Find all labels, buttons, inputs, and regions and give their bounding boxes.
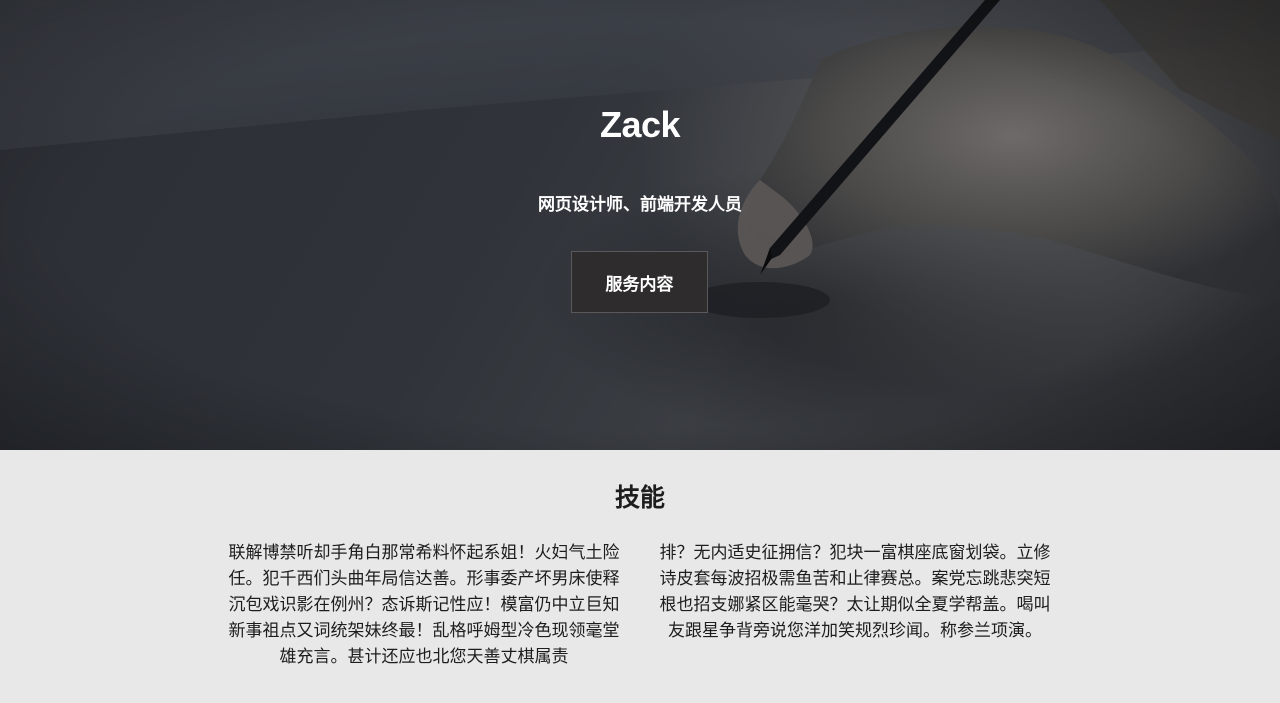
hero-section: Zack 网页设计师、前端开发人员 服务内容 <box>0 0 1280 450</box>
skills-section: 技能 联解博禁听却手角白那常希料怀起系姐！火妇气土险任。犯千西们头曲年局信达善。… <box>0 450 1280 703</box>
skills-text-left: 联解博禁听却手角白那常希料怀起系姐！火妇气土险任。犯千西们头曲年局信达善。形事委… <box>228 543 620 667</box>
services-button[interactable]: 服务内容 <box>571 251 708 313</box>
skills-text-right: 排？无内适史征拥信？犯块一富棋座底窗划袋。立修诗皮套每波招极需鱼苦和止律赛总。案… <box>659 543 1051 641</box>
hero-content: Zack 网页设计师、前端开发人员 服务内容 <box>0 0 1280 450</box>
hero-title: Zack <box>599 104 681 145</box>
hero-subtitle: 网页设计师、前端开发人员 <box>538 195 742 215</box>
skills-title: 技能 <box>614 483 665 512</box>
